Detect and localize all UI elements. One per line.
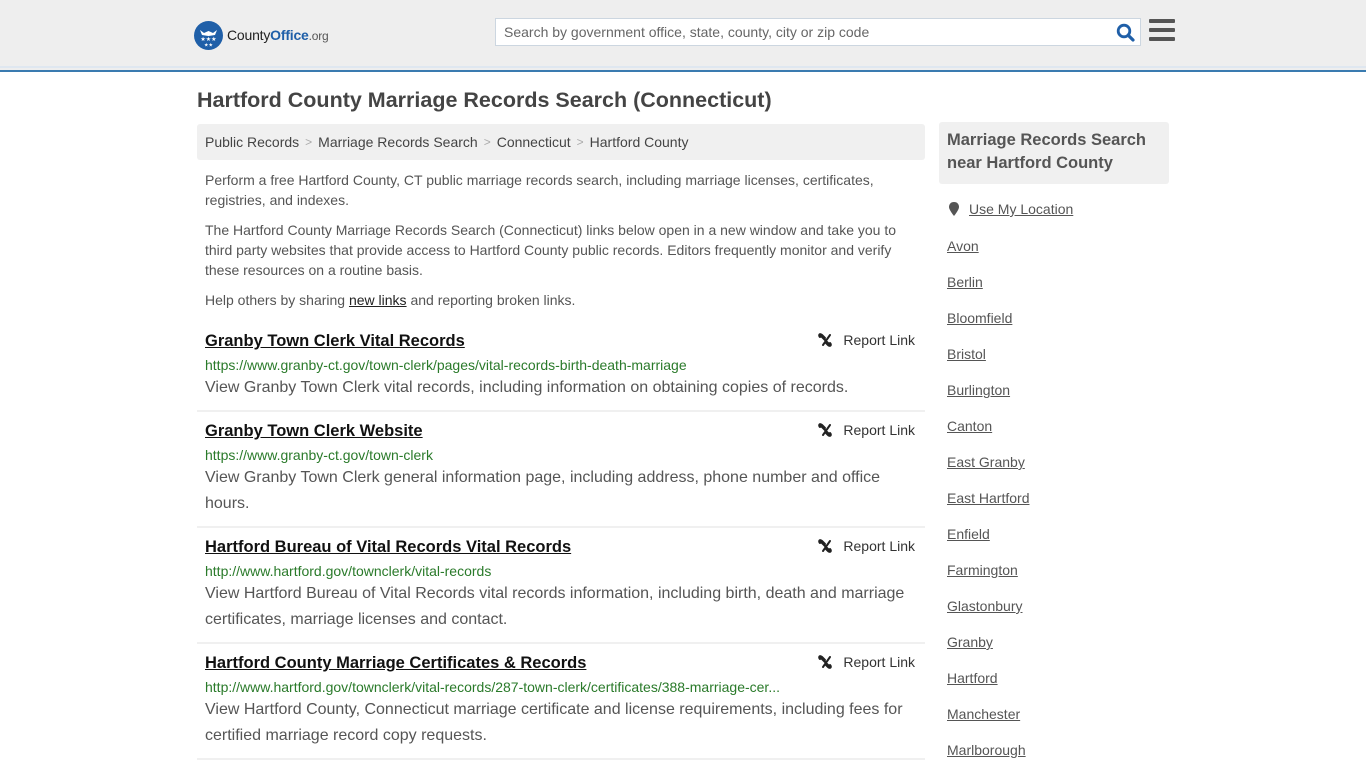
list-item: Farmington (947, 560, 1029, 596)
list-item: Canton (947, 416, 1029, 452)
result-item: Granby Town Clerk Vital Records Report L… (197, 322, 925, 412)
town-link-east-granby[interactable]: East Granby (947, 454, 1025, 470)
breadcrumb-public-records[interactable]: Public Records (205, 134, 299, 150)
list-item: East Granby (947, 452, 1029, 488)
list-item: Enfield (947, 524, 1029, 560)
list-item: Berlin (947, 272, 1029, 308)
breadcrumb-separator-icon: > (576, 135, 584, 149)
broken-link-icon (818, 655, 833, 669)
town-link-glastonbury[interactable]: Glastonbury (947, 598, 1022, 614)
breadcrumb-separator-icon: > (483, 135, 491, 149)
use-my-location: Use My Location (948, 201, 1073, 217)
broken-link-icon (818, 333, 833, 347)
report-link-button[interactable]: Report Link (817, 422, 915, 438)
town-link-burlington[interactable]: Burlington (947, 382, 1010, 398)
town-link-canton[interactable]: Canton (947, 418, 992, 434)
report-link-button[interactable]: Report Link (817, 332, 915, 348)
town-link-manchester[interactable]: Manchester (947, 706, 1020, 722)
list-item: Manchester (947, 704, 1029, 740)
use-my-location-link[interactable]: Use My Location (969, 201, 1073, 217)
logo-office: Office (270, 27, 309, 43)
town-link-farmington[interactable]: Farmington (947, 562, 1018, 578)
search-input[interactable] (496, 19, 1110, 45)
town-link-granby[interactable]: Granby (947, 634, 993, 650)
result-item: Hartford County Marriage Certificates & … (197, 644, 925, 760)
result-title-link[interactable]: Hartford County Marriage Certificates & … (205, 652, 586, 674)
site-logo[interactable]: ★★★ ★★ CountyOffice.org (194, 20, 329, 50)
town-link-bristol[interactable]: Bristol (947, 346, 986, 362)
site-header: ★★★ ★★ CountyOffice.org (0, 0, 1366, 72)
result-description: View Hartford Bureau of Vital Records vi… (205, 585, 905, 628)
search-button[interactable] (1110, 19, 1140, 45)
report-link-button[interactable]: Report Link (817, 538, 915, 554)
list-item: Bristol (947, 344, 1029, 380)
result-title-link[interactable]: Granby Town Clerk Vital Records (205, 330, 465, 352)
town-link-marlborough[interactable]: Marlborough (947, 742, 1026, 758)
intro-paragraph-1: Perform a free Hartford County, CT publi… (205, 172, 874, 208)
breadcrumb: Public Records > Marriage Records Search… (197, 124, 925, 160)
list-item: Avon (947, 236, 1029, 272)
report-link-label: Report Link (843, 422, 915, 438)
result-description: View Hartford County, Connecticut marria… (205, 701, 903, 744)
results-list: Granby Town Clerk Vital Records Report L… (197, 322, 925, 760)
list-item: Burlington (947, 380, 1029, 416)
search-icon (1116, 23, 1135, 42)
broken-link-icon (818, 423, 833, 437)
result-url: http://www.hartford.gov/townclerk/vital-… (205, 563, 492, 579)
breadcrumb-hartford-county[interactable]: Hartford County (590, 134, 689, 150)
intro-text: Perform a free Hartford County, CT publi… (205, 170, 917, 320)
result-description: View Granby Town Clerk general informati… (205, 469, 881, 512)
result-url: http://www.hartford.gov/townclerk/vital-… (205, 679, 780, 695)
report-link-label: Report Link (843, 654, 915, 670)
breadcrumb-connecticut[interactable]: Connecticut (497, 134, 571, 150)
result-url: https://www.granby-ct.gov/town-clerk/pag… (205, 357, 687, 373)
intro-paragraph-2: The Hartford County Marriage Records Sea… (205, 222, 897, 278)
list-item: Granby (947, 632, 1029, 668)
hamburger-menu-icon[interactable] (1149, 19, 1175, 43)
list-item: Marlborough (947, 740, 1029, 776)
report-link-label: Report Link (843, 332, 915, 348)
report-link-label: Report Link (843, 538, 915, 554)
result-description: View Granby Town Clerk vital records, in… (205, 379, 849, 396)
result-title-link[interactable]: Hartford Bureau of Vital Records Vital R… (205, 536, 571, 558)
logo-tld: .org (308, 29, 329, 43)
new-links-link[interactable]: new links (349, 292, 407, 308)
breadcrumb-marriage-records-search[interactable]: Marriage Records Search (318, 134, 478, 150)
town-link-berlin[interactable]: Berlin (947, 274, 983, 290)
svg-text:★★: ★★ (204, 42, 213, 48)
broken-link-icon (818, 539, 833, 553)
intro-paragraph-3: Help others by sharing new links and rep… (205, 290, 917, 310)
result-item: Hartford Bureau of Vital Records Vital R… (197, 528, 925, 644)
logo-county: County (227, 27, 271, 43)
town-link-avon[interactable]: Avon (947, 238, 979, 254)
result-title-link[interactable]: Granby Town Clerk Website (205, 420, 423, 442)
result-item: Granby Town Clerk Website Report Link ht… (197, 412, 925, 528)
logo-text: CountyOffice.org (227, 27, 329, 43)
list-item: East Hartford (947, 488, 1029, 524)
intro-p3-text: Help others by sharing (205, 292, 349, 308)
town-link-hartford[interactable]: Hartford (947, 670, 998, 686)
town-link-enfield[interactable]: Enfield (947, 526, 990, 542)
breadcrumb-separator-icon: > (305, 135, 313, 149)
map-pin-icon (949, 202, 959, 216)
result-url: https://www.granby-ct.gov/town-clerk (205, 447, 433, 463)
list-item: Glastonbury (947, 596, 1029, 632)
sidebar-title: Marriage Records Search near Hartford Co… (939, 122, 1169, 184)
town-link-east-hartford[interactable]: East Hartford (947, 490, 1029, 506)
intro-p3-text-end: and reporting broken links. (406, 292, 576, 308)
list-item: Hartford (947, 668, 1029, 704)
list-item: Bloomfield (947, 308, 1029, 344)
search-bar (495, 18, 1141, 46)
town-link-bloomfield[interactable]: Bloomfield (947, 310, 1012, 326)
page-title: Hartford County Marriage Records Search … (197, 88, 772, 112)
report-link-button[interactable]: Report Link (817, 654, 915, 670)
eagle-stars-logo-icon: ★★★ ★★ (194, 20, 223, 50)
nearby-towns-list: Avon Berlin Bloomfield Bristol Burlingto… (947, 236, 1029, 776)
